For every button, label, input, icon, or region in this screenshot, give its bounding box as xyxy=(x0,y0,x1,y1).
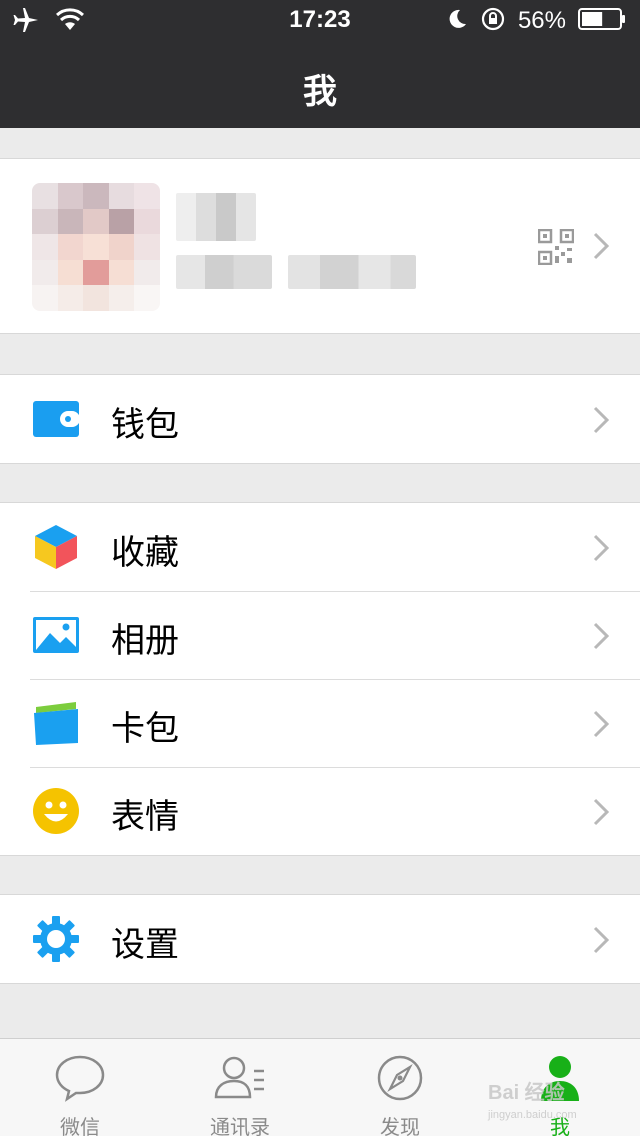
menu-item-label: 收藏 xyxy=(111,533,179,573)
tab-label: 通讯录 xyxy=(210,1115,270,1136)
watermark-text: Bai 经验 xyxy=(488,1082,565,1104)
chevron-right-icon[interactable] xyxy=(592,231,610,265)
compass-icon xyxy=(374,1053,426,1103)
gear-icon xyxy=(32,915,80,963)
page-title: 我 xyxy=(303,72,337,112)
menu-group-main: 收藏 相册 卡包 表情 xyxy=(0,502,640,856)
qr-code-icon[interactable] xyxy=(537,228,575,269)
moon-icon xyxy=(446,8,468,34)
menu-item-favorites[interactable]: 收藏 xyxy=(0,503,640,591)
nav-bar: 我 xyxy=(0,40,640,128)
chevron-right-icon xyxy=(592,925,610,959)
menu-item-wallet[interactable]: 钱包 xyxy=(0,375,640,463)
tab-label: 微信 xyxy=(60,1115,100,1136)
profile-card[interactable] xyxy=(0,158,640,334)
watermark: Bai 经验 jingyan.baidu.com xyxy=(488,1076,577,1121)
chat-bubble-icon xyxy=(54,1053,106,1103)
rotation-lock-icon xyxy=(480,6,506,36)
menu-group-settings: 设置 xyxy=(0,894,640,984)
status-right: 56% xyxy=(446,6,626,36)
chevron-right-icon xyxy=(592,405,610,439)
tab-wechat[interactable]: 微信 xyxy=(0,1039,160,1136)
menu-item-label: 设置 xyxy=(111,925,179,965)
chevron-right-icon xyxy=(592,621,610,655)
menu-item-label: 表情 xyxy=(111,797,179,837)
watermark-url: jingyan.baidu.com xyxy=(488,1109,577,1121)
wallet-icon xyxy=(32,395,80,443)
contacts-icon xyxy=(214,1053,266,1103)
tab-label: 发现 xyxy=(380,1115,420,1136)
menu-item-cards[interactable]: 卡包 xyxy=(0,679,640,767)
chevron-right-icon xyxy=(592,533,610,567)
tab-contacts[interactable]: 通讯录 xyxy=(160,1039,320,1136)
menu-item-album[interactable]: 相册 xyxy=(0,591,640,679)
profile-id-redacted-2 xyxy=(288,255,416,289)
picture-icon xyxy=(32,611,80,659)
menu-item-label: 钱包 xyxy=(111,405,179,445)
cube-icon xyxy=(32,523,80,571)
smiley-icon xyxy=(32,787,80,835)
tab-discover[interactable]: 发现 xyxy=(320,1039,480,1136)
profile-name-redacted xyxy=(176,193,256,241)
avatar[interactable] xyxy=(32,183,160,311)
menu-item-label: 卡包 xyxy=(111,709,179,749)
menu-item-settings[interactable]: 设置 xyxy=(0,895,640,983)
status-bar: 17:23 56% xyxy=(0,0,640,40)
card-icon xyxy=(32,699,80,747)
menu-item-label: 相册 xyxy=(111,621,179,661)
profile-id-redacted xyxy=(176,255,272,289)
menu-item-stickers[interactable]: 表情 xyxy=(0,767,640,855)
battery-icon xyxy=(578,8,626,34)
chevron-right-icon xyxy=(592,709,610,743)
battery-percent: 56% xyxy=(517,7,566,34)
chevron-right-icon xyxy=(592,797,610,831)
menu-group-wallet: 钱包 xyxy=(0,374,640,464)
